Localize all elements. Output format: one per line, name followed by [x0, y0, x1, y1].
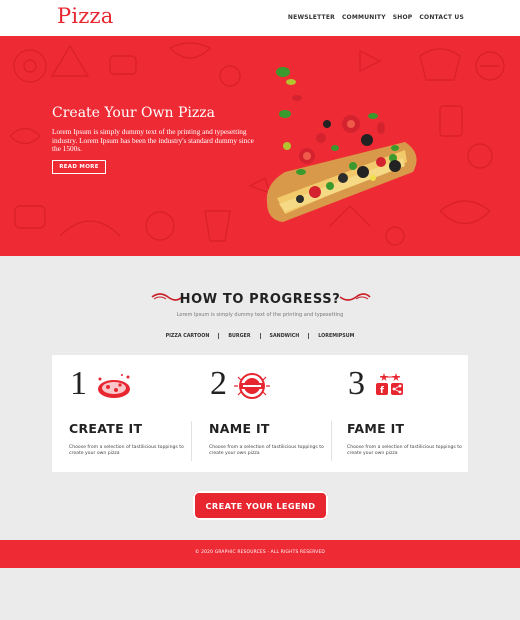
nav-shop[interactable]: SHOP	[393, 14, 413, 21]
step-number: 2	[210, 365, 227, 402]
step-title: NAME IT	[209, 421, 270, 436]
hero-banner: Create Your Own Pizza Lorem Ipsum is sim…	[0, 36, 520, 256]
hero-text: Lorem Ipsum is simply dummy text of the …	[52, 127, 254, 154]
step-title: FAME IT	[347, 421, 405, 436]
steps-panel: 1 CREATE IT Choose from a selection of t…	[52, 355, 468, 472]
step-number: 3	[348, 365, 365, 402]
nav-contact-us[interactable]: CONTACT US	[419, 14, 464, 21]
main-nav: NEWSLETTER COMMUNITY SHOP CONTACT US	[288, 14, 464, 21]
social-share-icon: f	[376, 373, 403, 396]
site-logo[interactable]: Pizza	[57, 4, 114, 28]
right-flourish-icon	[339, 293, 371, 301]
tab-burger[interactable]: BURGER	[219, 334, 259, 339]
site-footer: © 2020 GRAPHIC RESOURCES · ALL RIGHTS RE…	[0, 540, 520, 568]
step-description: Choose from a selection of tastilicious …	[69, 445, 184, 456]
step-card-create: 1 CREATE IT Choose from a selection of t…	[52, 355, 191, 472]
section-title: HOW TO PROGRESS?	[179, 292, 341, 307]
step-title: CREATE IT	[69, 421, 143, 436]
nav-newsletter[interactable]: NEWSLETTER	[288, 14, 335, 21]
step-description: Choose from a selection of tastilicious …	[209, 445, 324, 456]
pizza-icon	[98, 374, 130, 398]
site-header: Pizza NEWSLETTER COMMUNITY SHOP CONTACT …	[0, 0, 520, 36]
step-number: 1	[70, 365, 87, 402]
read-more-button[interactable]: READ MORE	[52, 160, 106, 174]
tab-loremipsum[interactable]: LOREMIPSUM	[309, 334, 363, 339]
tab-pizza-cartoon[interactable]: PIZZA CARTOON	[157, 334, 219, 339]
category-tabs: PIZZA CARTOON BURGER SANDWICH LOREMIPSUM	[0, 333, 520, 339]
nav-community[interactable]: COMMUNITY	[342, 14, 386, 21]
name-badge-icon	[234, 373, 270, 399]
create-your-legend-button[interactable]: CREATE YOUR LEGEND	[193, 491, 328, 520]
pizza-slice-image	[266, 67, 417, 222]
step-description: Choose from a selection of tastilicious …	[347, 445, 462, 456]
copyright-text: © 2020 GRAPHIC RESOURCES · ALL RIGHTS RE…	[194, 550, 326, 555]
section-heading: HOW TO PROGRESS?	[0, 290, 520, 308]
section-subtitle: Lorem Ipsum is simply dummy text of the …	[176, 312, 344, 318]
hero-title: Create Your Own Pizza	[52, 105, 215, 121]
tab-sandwich[interactable]: SANDWICH	[261, 334, 309, 339]
step-card-name: 2 NAME IT Choose from a selection of tas…	[192, 355, 331, 472]
svg-text:f: f	[380, 386, 384, 396]
step-card-fame: 3 f FAME IT Choose from a selection of t…	[330, 355, 469, 472]
